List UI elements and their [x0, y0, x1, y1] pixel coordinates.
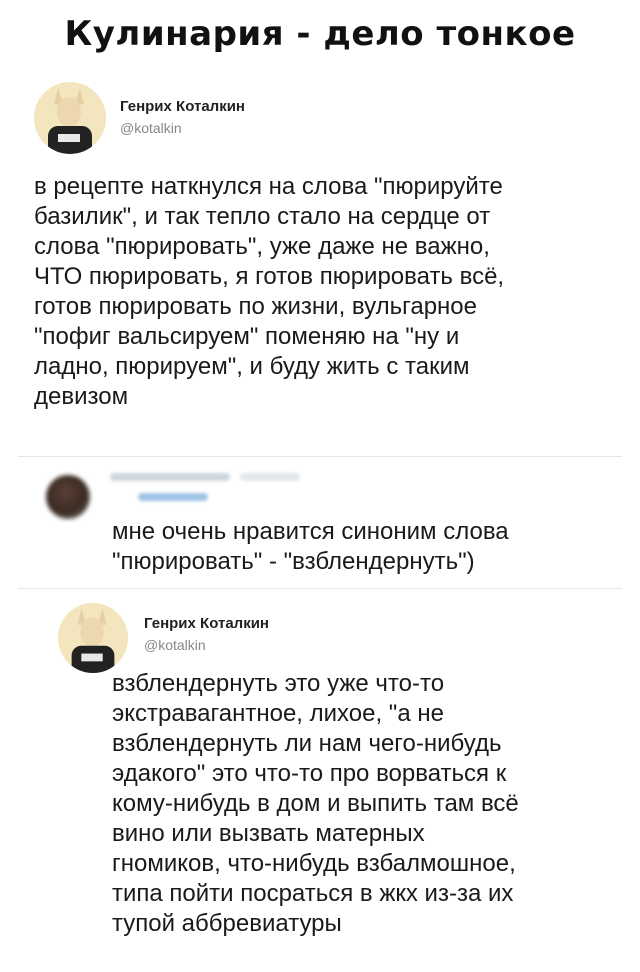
tweet-main[interactable]: Генрих Коталкин @kotalkin в рецепте натк… [18, 74, 622, 454]
author-name[interactable]: Генрих Коталкин [120, 98, 245, 115]
tweet-answer[interactable]: Генрих Коталкин @kotalkin взблендернуть … [18, 588, 622, 972]
page-title: Кулинария - дело тонкое [64, 14, 576, 54]
blurred-author-meta [240, 473, 300, 481]
answer-text: взблендернуть это уже что-то экстраваган… [112, 670, 519, 937]
dog-avatar-icon [58, 603, 128, 673]
author-name[interactable]: Генрих Коталкин [144, 615, 269, 632]
tweet-text: в рецепте наткнулся на слова "пюрируйте … [34, 173, 505, 410]
blurred-author-handle [138, 493, 208, 501]
dog-avatar-icon [34, 82, 106, 154]
author-handle[interactable]: @kotalkin [144, 637, 206, 653]
blurred-author-name [110, 473, 230, 481]
author-handle[interactable]: @kotalkin [120, 120, 182, 136]
blurred-avatar [46, 475, 90, 519]
reply-text: мне очень нравится синоним слова "пюриро… [112, 518, 509, 575]
avatar[interactable] [58, 603, 128, 673]
tweet-reply[interactable]: мне очень нравится синоним слова "пюриро… [18, 456, 622, 587]
avatar[interactable] [34, 82, 106, 154]
screenshot-page: Кулинария - дело тонкое Генрих Коталкин … [0, 0, 640, 972]
